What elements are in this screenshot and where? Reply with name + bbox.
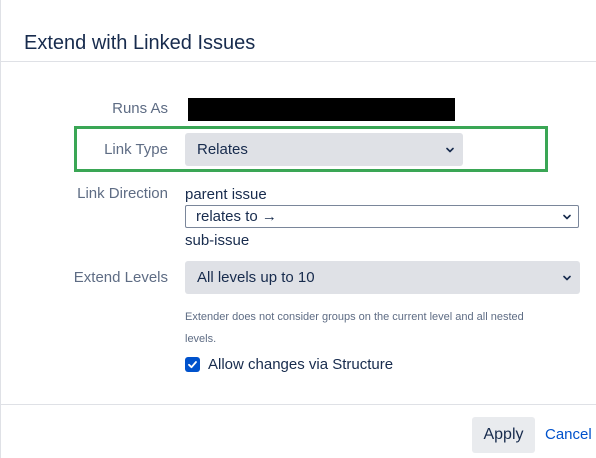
- helper-line-1: Extender does not consider groups on the…: [185, 311, 524, 323]
- allow-changes-row[interactable]: Allow changes via Structure: [185, 356, 393, 373]
- parent-issue-text: parent issue: [185, 186, 267, 203]
- link-type-selected-value: Relates: [197, 141, 248, 158]
- extend-levels-select[interactable]: All levels up to 10: [185, 261, 580, 294]
- chevron-down-icon: [563, 274, 571, 282]
- link-direction-selected-value: relates to →: [196, 208, 277, 225]
- link-type-label: Link Type: [104, 141, 168, 158]
- helper-line-2: levels.: [185, 333, 217, 345]
- runs-as-label: Runs As: [112, 100, 168, 117]
- dialog-title: Extend with Linked Issues: [24, 32, 256, 54]
- sub-issue-text: sub-issue: [185, 232, 250, 249]
- extend-levels-helper-text: Extender does not consider groups on the…: [185, 306, 555, 350]
- runs-as-redacted-value: [188, 98, 455, 121]
- cancel-button[interactable]: Cancel: [545, 424, 592, 446]
- link-direction-label: Link Direction: [77, 185, 168, 202]
- dialog-header: Extend with Linked Issues: [1, 0, 596, 62]
- chevron-down-icon: [446, 146, 454, 154]
- extend-linked-issues-dialog: Extend with Linked Issues Runs As Link T…: [0, 0, 596, 458]
- link-direction-select[interactable]: relates to →: [185, 205, 579, 228]
- extend-levels-label: Extend Levels: [73, 269, 168, 286]
- chevron-down-icon: [563, 213, 571, 221]
- checkmark-icon: [188, 361, 197, 369]
- allow-changes-label: Allow changes via Structure: [208, 356, 394, 373]
- apply-button[interactable]: Apply: [472, 417, 535, 453]
- link-type-select[interactable]: Relates: [185, 133, 463, 166]
- extend-levels-selected-value: All levels up to 10: [197, 269, 315, 286]
- allow-changes-checkbox[interactable]: [185, 357, 200, 372]
